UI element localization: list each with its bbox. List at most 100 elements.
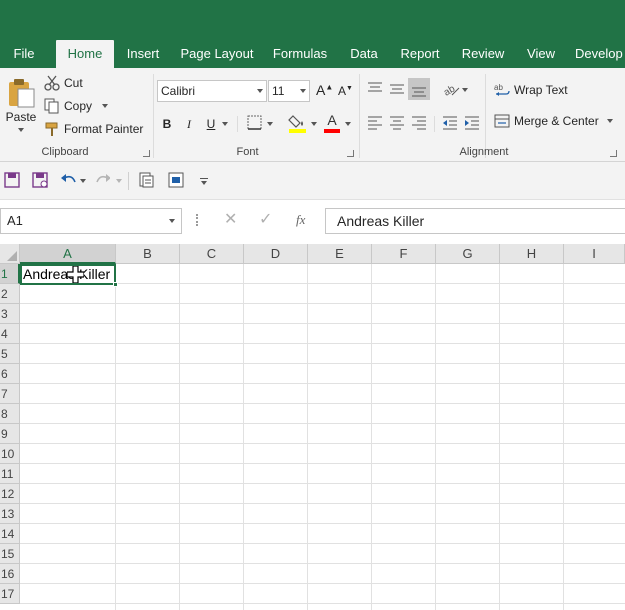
- ribbon: Paste Cut Copy Format Painter Clipboard …: [0, 68, 625, 162]
- fill-color-dropdown-icon[interactable]: [311, 122, 317, 126]
- enter-icon[interactable]: ✓: [259, 209, 272, 229]
- insert-function-icon[interactable]: fx: [296, 212, 305, 228]
- cancel-icon[interactable]: ✕: [224, 209, 237, 229]
- increase-indent-icon[interactable]: [463, 114, 481, 130]
- undo-dropdown-icon[interactable]: [80, 179, 86, 183]
- orientation-icon[interactable]: ab: [442, 80, 460, 98]
- merge-dropdown-icon[interactable]: [606, 119, 613, 123]
- increase-font-size-button[interactable]: A▲: [316, 82, 333, 98]
- row-header-4[interactable]: 4: [0, 324, 20, 344]
- row-header-15[interactable]: 15: [0, 544, 20, 564]
- save-icon[interactable]: [4, 172, 20, 188]
- merge-center-button[interactable]: Merge & Center: [494, 113, 613, 129]
- underline-button[interactable]: U: [201, 114, 221, 134]
- paste-dropdown-icon[interactable]: [18, 128, 24, 132]
- copy-dropdown-icon[interactable]: [102, 104, 109, 108]
- tab-formulas[interactable]: Formulas: [268, 40, 332, 68]
- gridline: [499, 264, 500, 610]
- italic-button[interactable]: I: [179, 114, 199, 134]
- top-align-icon[interactable]: [366, 80, 384, 96]
- gridline: [243, 264, 244, 610]
- cut-label: Cut: [64, 76, 83, 90]
- tab-view[interactable]: View: [522, 40, 560, 68]
- select-all-button[interactable]: [0, 244, 20, 264]
- bottom-align-button[interactable]: [408, 78, 430, 100]
- form-icon[interactable]: [168, 172, 184, 188]
- column-header-d[interactable]: D: [244, 244, 308, 264]
- formula-bar-splitter[interactable]: [196, 214, 198, 226]
- column-header-g[interactable]: G: [436, 244, 500, 264]
- customize-dropdown-icon[interactable]: [201, 181, 207, 185]
- middle-align-icon[interactable]: [388, 80, 406, 96]
- row-header-7[interactable]: 7: [0, 384, 20, 404]
- row-header-12[interactable]: 12: [0, 484, 20, 504]
- column-header-f[interactable]: F: [372, 244, 436, 264]
- cut-button[interactable]: Cut: [44, 75, 83, 91]
- row-header-13[interactable]: 13: [0, 504, 20, 524]
- tab-developer[interactable]: Develop: [575, 40, 625, 68]
- merge-center-icon: [494, 114, 510, 128]
- row-header-6[interactable]: 6: [0, 364, 20, 384]
- format-painter-button[interactable]: Format Painter: [44, 121, 143, 137]
- wrap-text-button[interactable]: ab Wrap Text: [494, 82, 568, 98]
- column-header-h[interactable]: H: [500, 244, 564, 264]
- row-header-11[interactable]: 11: [0, 464, 20, 484]
- group-divider: [434, 116, 435, 132]
- borders-dropdown-icon[interactable]: [267, 122, 273, 126]
- align-left-icon[interactable]: [366, 114, 384, 130]
- row-header-8[interactable]: 8: [0, 404, 20, 424]
- tab-review[interactable]: Review: [458, 40, 508, 68]
- row-header-5[interactable]: 5: [0, 344, 20, 364]
- name-box[interactable]: A1: [0, 208, 182, 234]
- tab-file[interactable]: File: [0, 40, 48, 68]
- tab-page-layout[interactable]: Page Layout: [178, 40, 256, 68]
- align-right-icon[interactable]: [410, 114, 428, 130]
- tab-report[interactable]: Report: [396, 40, 444, 68]
- tab-home[interactable]: Home: [56, 40, 114, 68]
- font-color-button[interactable]: A: [322, 112, 342, 134]
- undo-icon[interactable]: [60, 172, 76, 188]
- copy-button[interactable]: Copy: [44, 98, 109, 114]
- row-header-9[interactable]: 9: [0, 424, 20, 444]
- align-center-icon[interactable]: [388, 114, 406, 130]
- alignment-launcher-icon[interactable]: [610, 150, 617, 157]
- decrease-font-size-button[interactable]: A▼: [338, 84, 353, 98]
- orientation-dropdown-icon[interactable]: [462, 88, 468, 92]
- fill-color-icon[interactable]: [288, 112, 308, 134]
- redo-icon[interactable]: [94, 172, 110, 188]
- fill-handle[interactable]: [113, 282, 118, 287]
- clipboard-launcher-icon[interactable]: [143, 150, 150, 157]
- borders-icon[interactable]: [246, 114, 264, 132]
- paste-button[interactable]: Paste: [4, 76, 38, 132]
- bold-button[interactable]: B: [157, 114, 177, 134]
- column-header-e[interactable]: E: [308, 244, 372, 264]
- gridline: [20, 503, 625, 504]
- font-color-dropdown-icon[interactable]: [345, 122, 351, 126]
- tab-insert[interactable]: Insert: [120, 40, 166, 68]
- font-size-dropdown[interactable]: 11: [268, 80, 310, 102]
- document-icon[interactable]: [138, 172, 154, 188]
- underline-dropdown-icon[interactable]: [222, 122, 228, 126]
- column-header-i[interactable]: I: [564, 244, 625, 264]
- row-header-14[interactable]: 14: [0, 524, 20, 544]
- column-header-b[interactable]: B: [116, 244, 180, 264]
- row-header-16[interactable]: 16: [0, 564, 20, 584]
- decrease-indent-icon[interactable]: [441, 114, 459, 130]
- column-header-a[interactable]: A: [20, 244, 116, 264]
- row-header-1[interactable]: 1: [0, 264, 20, 284]
- row-header-2[interactable]: 2: [0, 284, 20, 304]
- row-header-3[interactable]: 3: [0, 304, 20, 324]
- font-launcher-icon[interactable]: [347, 150, 354, 157]
- wrap-text-icon: ab: [494, 83, 510, 96]
- redo-dropdown-icon: [116, 179, 122, 183]
- formula-input[interactable]: Andreas Killer: [325, 208, 625, 234]
- row-header-10[interactable]: 10: [0, 444, 20, 464]
- save-as-icon[interactable]: [32, 172, 48, 188]
- tab-data[interactable]: Data: [345, 40, 383, 68]
- font-name-dropdown[interactable]: Calibri: [157, 80, 267, 102]
- toolbar-divider: [128, 172, 129, 190]
- row-header-17[interactable]: 17: [0, 584, 20, 604]
- column-header-c[interactable]: C: [180, 244, 244, 264]
- customize-toolbar-icon[interactable]: [200, 178, 208, 179]
- clipboard-group-label: Clipboard: [41, 146, 89, 158]
